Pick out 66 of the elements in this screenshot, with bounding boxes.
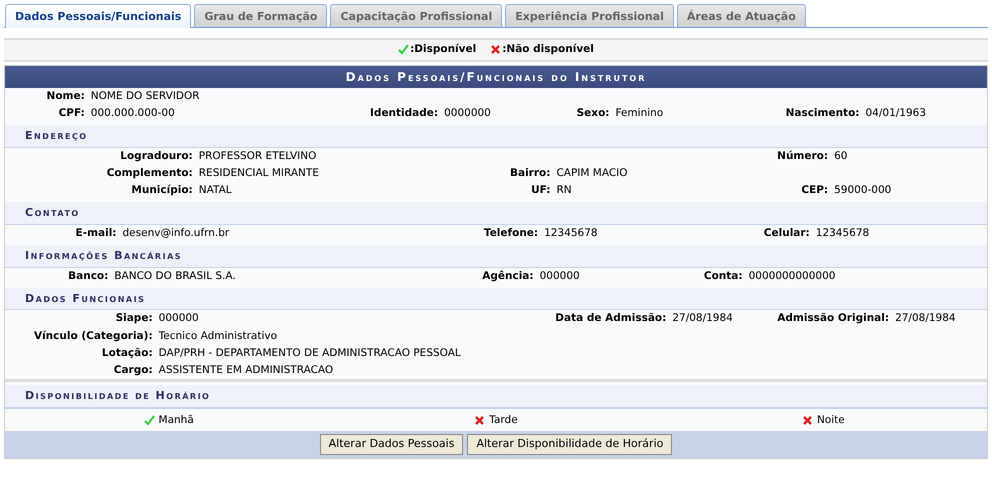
field-label: Siape: [116,312,153,324]
field-label: Agência: [482,270,534,282]
field-value: Feminino [616,106,664,119]
field-value: 04/01/1963 [866,106,926,119]
field-value: CAPIM MACIO [556,166,628,179]
field-value: PROFESSOR ETELVINO [198,150,316,162]
field-label: Sexo: [576,106,610,119]
field-value: 000000 [158,312,199,324]
field-label: Telefone: [484,226,538,239]
field-label: Identidade: [370,106,438,119]
section-heading: Contato [5,202,987,225]
field-label: Bairro: [510,166,550,179]
field-value: 000000 [540,270,580,282]
field-value: RN [556,184,572,196]
field-label: Conta: [704,270,743,282]
field-value: 59000-000 [834,184,892,196]
field-value: BANCO DO BRASIL S.A. [114,270,236,282]
field-value: Tecnico Administrativo [158,330,278,342]
field-value: ASSISTENTE EM ADMINISTRACAO [158,364,334,376]
field-value: 000.000.000-00 [90,106,175,119]
period-label: Noite [816,412,845,428]
legend-label: :Disponível [410,42,476,57]
field-label: Vínculo (Categoria): [34,330,153,342]
field-label: E-mail: [76,226,117,239]
field-label: Celular: [764,226,810,239]
tab[interactable]: Capacitação Profissional [330,4,502,27]
field-label: CPF: [58,106,85,119]
action-button[interactable]: Alterar Disponibilidade de Horário [467,434,672,455]
field-value: NATAL [198,184,232,196]
field-value: 12345678 [544,226,598,239]
field-value: 27/08/1984 [895,312,956,324]
field-label: Nascimento: [786,106,860,119]
tab[interactable]: Áreas de Atuação [676,4,806,27]
legend-label: :Não disponível [502,42,594,57]
period-label: Manhã [158,412,194,428]
period-label: Tarde [489,412,518,428]
field-value: RESIDENCIAL MIRANTE [198,166,319,179]
tab[interactable]: Grau de Formação [194,4,328,27]
field-value: desenv@info.ufrn.br [122,226,230,239]
field-label: UF: [531,184,550,196]
field-label: CEP: [801,184,828,196]
field-value: NOME DO SERVIDOR [90,90,200,102]
field-label: Data de Admissão: [555,312,666,324]
field-label: Cargo: [114,364,153,376]
field-label: Banco: [68,270,108,282]
section-heading: Disponibilidade de Horário [5,385,987,408]
field-label: Complemento: [106,166,193,179]
field-value: DAP/PRH - DEPARTAMENTO DE ADMINISTRACAO PESSOAL [158,346,461,359]
action-button[interactable]: Alterar Dados Pessoais [320,434,464,455]
field-value: 27/08/1984 [672,312,733,324]
field-label: Município: [131,184,193,196]
field-label: Número: [777,150,828,162]
section-heading: Informações Bancárias [5,245,987,268]
field-value: 0000000 [444,106,491,119]
field-label: Lotação: [102,346,153,359]
section-heading: Endereço [5,125,987,148]
field-label: Nome: [46,90,85,102]
field-label: Admissão Original: [777,312,890,324]
field-value: 12345678 [816,226,870,239]
field-value: 60 [834,150,848,162]
field-label: Logradouro: [120,150,193,162]
field-value: 0000000000000 [748,270,836,282]
section-heading: Dados Funcionais [5,288,987,310]
tab[interactable]: Dados Pessoais/Funcionais [5,4,192,28]
panel-title: Dados Pessoais/Funcionais do Instrutor [5,66,987,88]
tab[interactable]: Experiência Profissional [505,4,674,27]
